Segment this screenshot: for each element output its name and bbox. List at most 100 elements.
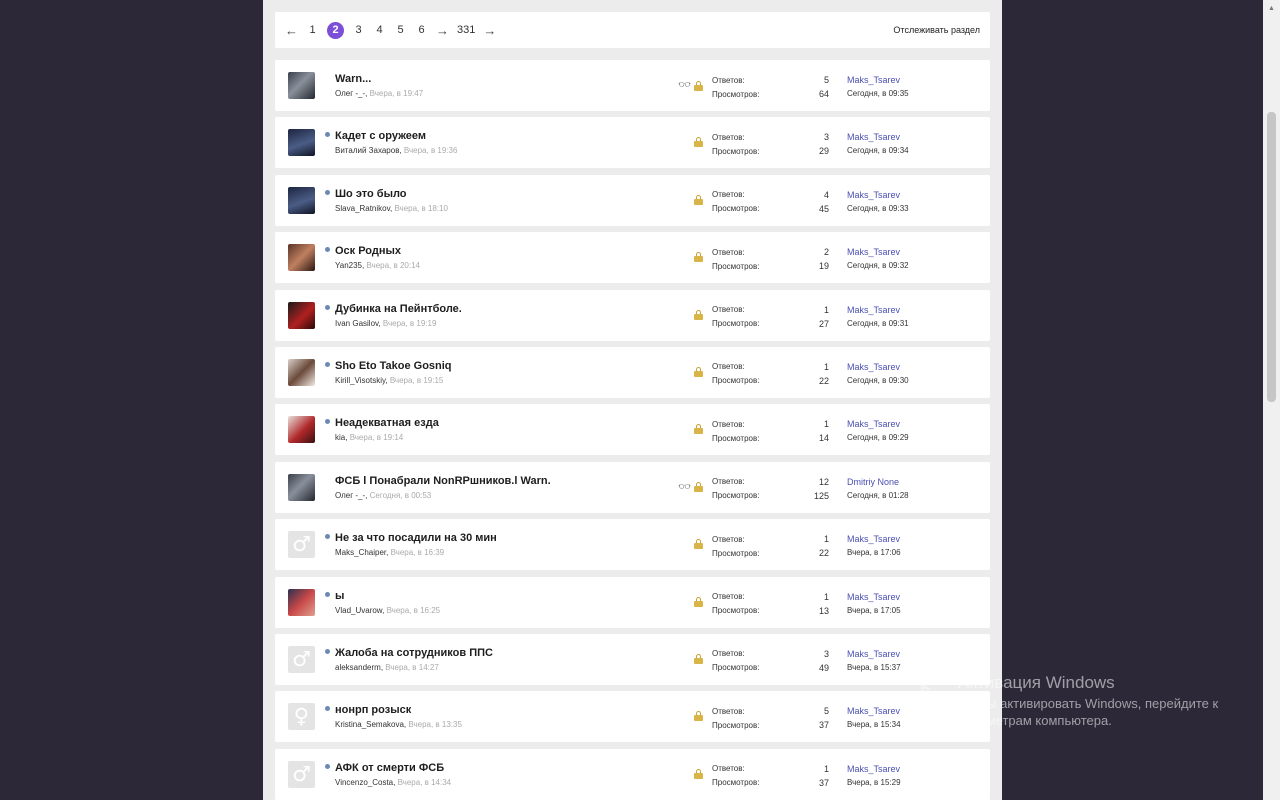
thread-author[interactable]: Олег -_- [335, 491, 365, 500]
thread-row[interactable]: Кадет с оружеем Виталий Захаров, Вчера, в… [275, 117, 990, 169]
thread-title[interactable]: Неадекватная езда [335, 417, 439, 429]
thread-row[interactable]: ы Vlad_Uvarow, Вчера, в 16:25 Ответов: 1 Про… [275, 576, 990, 628]
avatar[interactable] [288, 416, 315, 444]
thread-author[interactable]: kia [335, 433, 345, 442]
scrollbar[interactable]: ▲ [1263, 0, 1280, 800]
thread-author[interactable]: Kristina_Semakova [335, 720, 404, 729]
last-post-user[interactable]: Maks_Tsarev [847, 532, 901, 546]
last-post-user[interactable]: Dmitriy None [847, 475, 909, 489]
avatar[interactable] [288, 186, 315, 214]
last-post-date[interactable]: Вчера, в 15:29 [847, 776, 901, 790]
scroll-up-arrow-icon[interactable]: ▲ [1263, 0, 1280, 17]
thread-start-date[interactable]: Вчера, в 14:34 [398, 778, 452, 787]
thread-author[interactable]: Slava_Ratnikov [335, 204, 390, 213]
last-post-date[interactable]: Вчера, в 15:37 [847, 661, 901, 675]
thread-row[interactable]: Warn... Олег -_-, Вчера, в 19:47 👓︎ Ответов… [275, 60, 990, 111]
thread-start-date[interactable]: Вчера, в 16:25 [387, 606, 441, 615]
thread-author[interactable]: Yan235 [335, 261, 362, 270]
prev-page-arrow[interactable]: ← [285, 23, 298, 38]
thread-title[interactable]: Sho Eto Takoe Gosniq [335, 360, 452, 372]
avatar[interactable] [288, 301, 315, 329]
last-post-user[interactable]: Maks_Tsarev [847, 417, 909, 431]
thread-start-date[interactable]: Вчера, в 20:14 [366, 261, 420, 270]
page-link-5[interactable]: 5 [394, 24, 407, 36]
page-link-6[interactable]: 6 [415, 24, 428, 36]
thread-author[interactable]: Vlad_Uvarow [335, 606, 382, 615]
follow-section-button[interactable]: Отслеживать раздел [893, 25, 980, 35]
thread-title[interactable]: ы [335, 590, 344, 602]
thread-row[interactable]: ♂ Жалоба на сотрудников ППС aleksanderm, В… [275, 633, 990, 685]
thread-row[interactable]: Шо это было Slava_Ratnikov, Вчера, в 18:1… [275, 174, 990, 226]
last-post-user[interactable]: Maks_Tsarev [847, 73, 909, 87]
thread-start-date[interactable]: Вчера, в 16:39 [391, 548, 445, 557]
avatar[interactable] [288, 72, 315, 99]
last-post-user[interactable]: Maks_Tsarev [847, 360, 909, 374]
last-post-date[interactable]: Сегодня, в 09:32 [847, 259, 909, 273]
last-post-date[interactable]: Вчера, в 17:05 [847, 604, 901, 618]
page-link-last[interactable]: 331 [457, 24, 475, 36]
avatar[interactable] [288, 358, 315, 386]
last-post-user[interactable]: Maks_Tsarev [847, 303, 909, 317]
thread-author[interactable]: Ivan Gasilov [335, 319, 378, 328]
last-post-user[interactable]: Maks_Tsarev [847, 762, 901, 776]
thread-row[interactable]: Оск Родных Yan235, Вчера, в 20:14 Ответов:… [275, 232, 990, 284]
avatar[interactable]: ♂ [288, 531, 315, 559]
thread-row[interactable]: Дубинка на Пейнтболе. Ivan Gasilov, Вчера… [275, 289, 990, 341]
last-post-date[interactable]: Сегодня, в 09:29 [847, 431, 909, 445]
thread-start-date[interactable]: Вчера, в 19:36 [404, 146, 458, 155]
last-post-date[interactable]: Сегодня, в 09:35 [847, 87, 909, 101]
last-post-date[interactable]: Сегодня, в 09:33 [847, 202, 909, 216]
thread-title[interactable]: АФК от смерти ФСБ [335, 762, 444, 774]
thread-author[interactable]: Vincenzo_Costa [335, 778, 393, 787]
thread-author[interactable]: aleksanderm [335, 663, 381, 672]
thread-title[interactable]: ФСБ l Понабрали NonRPшников.l Warn. [335, 475, 551, 487]
thread-row[interactable]: ♂ АФК от смерти ФСБ Vincenzo_Costa, Вчера,… [275, 748, 990, 800]
page-link-current[interactable]: 2 [327, 21, 344, 39]
thread-start-date[interactable]: Сегодня, в 00:53 [370, 491, 432, 500]
last-post-user[interactable]: Maks_Tsarev [847, 245, 909, 259]
last-post-date[interactable]: Сегодня, в 09:31 [847, 317, 909, 331]
thread-author[interactable]: Maks_Chaiper [335, 548, 386, 557]
last-post-date[interactable]: Вчера, в 15:34 [847, 718, 901, 732]
page-link-4[interactable]: 4 [373, 24, 386, 36]
last-post-user[interactable]: Maks_Tsarev [847, 130, 909, 144]
thread-title[interactable]: Жалоба на сотрудников ППС [335, 647, 493, 659]
last-post-date[interactable]: Сегодня, в 09:34 [847, 144, 909, 158]
thread-start-date[interactable]: Вчера, в 18:10 [394, 204, 448, 213]
thread-author[interactable]: Виталий Захаров [335, 146, 399, 155]
last-post-user[interactable]: Maks_Tsarev [847, 590, 901, 604]
avatar[interactable] [288, 244, 315, 272]
thread-title[interactable]: Дубинка на Пейнтболе. [335, 303, 462, 315]
thread-title[interactable]: Не за что посадили на 30 мин [335, 532, 497, 544]
thread-title[interactable]: Шо это было [335, 188, 407, 200]
thread-row[interactable]: Неадекватная езда kia, Вчера, в 19:14 Отве… [275, 404, 990, 456]
thread-title[interactable]: Кадет с оружеем [335, 130, 426, 142]
avatar[interactable]: ♂ [288, 645, 315, 673]
thread-row[interactable]: ♀ нонрп розыск Kristina_Semakova, Вчера, в… [275, 691, 990, 743]
thread-start-date[interactable]: Вчера, в 13:35 [408, 720, 462, 729]
scroll-thumb[interactable] [1267, 112, 1276, 402]
skip-pages-arrow[interactable]: → [436, 23, 449, 38]
avatar[interactable]: ♀ [288, 703, 315, 731]
thread-row[interactable]: ФСБ l Понабрали NonRPшников.l Warn. Олег … [275, 461, 990, 513]
last-post-user[interactable]: Maks_Tsarev [847, 647, 901, 661]
last-post-date[interactable]: Вчера, в 17:06 [847, 546, 901, 560]
last-post-user[interactable]: Maks_Tsarev [847, 188, 909, 202]
avatar[interactable]: ♂ [288, 760, 315, 788]
thread-title[interactable]: Warn... [335, 73, 371, 85]
avatar[interactable] [288, 129, 315, 157]
last-post-date[interactable]: Сегодня, в 01:28 [847, 489, 909, 503]
thread-start-date[interactable]: Вчера, в 19:19 [383, 319, 437, 328]
thread-start-date[interactable]: Вчера, в 14:27 [385, 663, 439, 672]
page-link-3[interactable]: 3 [352, 24, 365, 36]
thread-author[interactable]: Олег -_- [335, 89, 365, 98]
next-page-arrow[interactable]: → [483, 23, 496, 38]
last-post-user[interactable]: Maks_Tsarev [847, 704, 901, 718]
thread-row[interactable]: Sho Eto Takoe Gosniq Kirill_Visotskiy, Вч… [275, 346, 990, 398]
last-post-date[interactable]: Сегодня, в 09:30 [847, 374, 909, 388]
avatar[interactable] [288, 588, 315, 616]
thread-title[interactable]: нонрп розыск [335, 704, 411, 716]
thread-start-date[interactable]: Вчера, в 19:47 [370, 89, 424, 98]
thread-start-date[interactable]: Вчера, в 19:15 [390, 376, 444, 385]
thread-author[interactable]: Kirill_Visotskiy [335, 376, 385, 385]
